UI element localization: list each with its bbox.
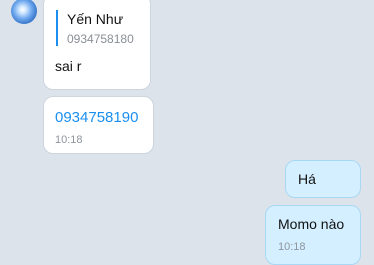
message-text: Há [298,171,316,187]
message-bubble-reply[interactable]: Yến Như 0934758180 sai r [43,0,151,90]
contact-avatar[interactable] [11,0,37,24]
quoted-message[interactable]: Yến Như 0934758180 [56,10,134,46]
phone-number-link[interactable]: 0934758190 [55,109,138,126]
quoted-sender-name: Yến Như [67,11,124,27]
quoted-message-text: 0934758180 [67,32,134,46]
message-bubble-phone[interactable]: 0934758190 10:18 [43,96,154,154]
message-timestamp: 10:18 [55,134,83,146]
message-text: sai r [55,58,82,74]
message-text: Momo nào [278,216,345,232]
message-timestamp: 10:18 [278,241,306,253]
message-bubble-outgoing[interactable]: Há [285,160,361,198]
message-bubble-outgoing[interactable]: Momo nào 10:18 [265,205,361,265]
